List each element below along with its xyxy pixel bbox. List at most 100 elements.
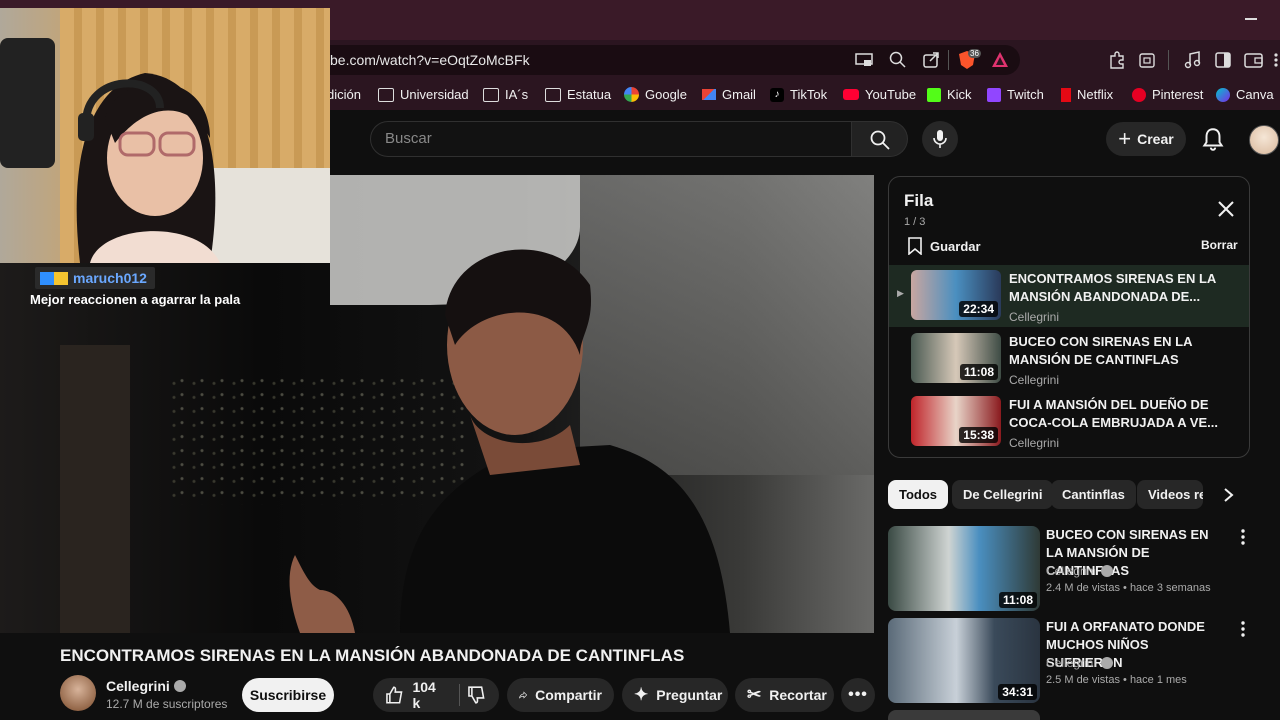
chip-todos[interactable]: Todos [888, 480, 949, 509]
more-vertical-icon[interactable] [1238, 528, 1248, 546]
bookmark-folder-estatua[interactable]: Estatua [545, 87, 611, 102]
cast-icon[interactable] [855, 52, 873, 68]
sidebar-icon[interactable] [1214, 51, 1232, 69]
clip-button[interactable]: ✂ Recortar [735, 678, 834, 712]
like-divider [458, 684, 460, 706]
bookmark-folder-edicion[interactable]: dición [327, 87, 361, 102]
chip-cantinflas[interactable]: Cantinflas [1051, 480, 1136, 509]
queue-save-button[interactable]: Guardar [907, 237, 981, 255]
bookmark-gmail[interactable]: Gmail [702, 87, 756, 102]
verified-icon [173, 680, 186, 692]
share-label: Compartir [535, 687, 602, 703]
thumbs-down-icon[interactable] [467, 685, 487, 705]
voice-search-button[interactable] [922, 121, 958, 157]
bookmark-folder-universidad[interactable]: Universidad [378, 87, 469, 102]
recommendation-channel: Cellegrini [1046, 564, 1114, 578]
recommendation-item[interactable]: 34:31 FUI A ORFANATO DONDE MUCHOS NIÑOS … [888, 618, 1280, 704]
like-button[interactable]: 104 k [385, 679, 447, 711]
create-label: Crear [1137, 131, 1174, 147]
wallet-icon[interactable] [1244, 51, 1264, 69]
now-playing-icon: ▶ [897, 288, 904, 298]
chat-message: Mejor reaccionen a agarrar la pala [30, 292, 241, 307]
scissors-icon: ✂ [747, 685, 762, 704]
bookmark-label: Estatua [567, 87, 612, 102]
ask-button[interactable]: ✦ Preguntar [622, 678, 728, 712]
queue-item[interactable]: ▶ 22:34 ENCONTRAMOS SIRENAS EN LA MANSIÓ… [889, 265, 1249, 327]
duration-badge: 15:38 [959, 427, 998, 443]
recommendation-thumbnail-partial[interactable] [888, 710, 1040, 720]
bookmark-pinterest[interactable]: Pinterest [1132, 87, 1203, 102]
bookmark-folder-ias[interactable]: IA´s [483, 87, 528, 102]
chevron-right-icon[interactable] [1222, 487, 1234, 503]
bookmark-google[interactable]: Google [624, 87, 687, 102]
menu-icon[interactable] [1272, 52, 1280, 68]
subscriber-count: 12.7 M de suscriptores [106, 697, 228, 711]
video-frame-person [400, 249, 730, 633]
bookmark-kick[interactable]: Kick [927, 87, 972, 102]
bookmark-label: Netflix [1077, 87, 1114, 102]
bookmark-label: Gmail [722, 87, 756, 102]
bookmark-label: TikTok [790, 87, 828, 102]
chip-videos-relacionados[interactable]: Videos re [1137, 480, 1203, 509]
bookmark-netflix[interactable]: Netflix [1061, 87, 1113, 102]
bookmark-tiktok[interactable]: ♪ TikTok [770, 87, 827, 102]
subscribe-button[interactable]: Suscribirse [242, 678, 334, 712]
search-input[interactable] [370, 121, 852, 157]
netflix-icon [1061, 87, 1071, 102]
bookmark-label: Twitch [1007, 87, 1044, 102]
notifications-bell-icon[interactable] [1200, 126, 1226, 152]
chip-de-cellegrini[interactable]: De Cellegrini [952, 480, 1054, 509]
channel-name[interactable]: Cellegrini [106, 678, 186, 694]
bookmark-icon [908, 237, 922, 255]
recommendation-thumbnail: 34:31 [888, 618, 1040, 703]
queue-item[interactable]: 15:38 FUI A MANSIÓN DEL DUEÑO DE COCA-CO… [889, 391, 1249, 453]
zoom-icon[interactable] [889, 51, 907, 69]
youtube-icon [843, 89, 859, 100]
share-button[interactable]: Compartir [507, 678, 614, 712]
pinterest-icon [1132, 87, 1146, 102]
ask-label: Preguntar [656, 687, 723, 703]
create-button[interactable]: + Crear [1106, 122, 1186, 156]
queue-item-channel: Cellegrini [1009, 373, 1060, 387]
channel-name-text: Cellegrini [1046, 564, 1097, 578]
url-text[interactable]: be.com/watch?v=eOqtZoMcBFk [330, 52, 530, 68]
brave-badge: 36 [968, 49, 981, 58]
account-avatar[interactable] [1249, 125, 1279, 155]
music-icon[interactable] [1184, 51, 1202, 69]
thumbs-up-icon [386, 686, 403, 704]
more-actions-button[interactable]: ••• [841, 678, 875, 712]
close-icon[interactable] [1217, 200, 1235, 218]
more-vertical-icon[interactable] [1238, 620, 1248, 638]
bookmark-twitch[interactable]: Twitch [987, 87, 1044, 102]
bookmark-label: Google [645, 87, 687, 102]
wallet-tab-icon[interactable] [1138, 51, 1156, 69]
channel-name-text: Cellegrini [106, 678, 170, 694]
webcam-microphone [0, 38, 55, 168]
share-icon[interactable] [922, 51, 940, 69]
recommendation-thumbnail: 11:08 [888, 526, 1040, 611]
queue-clear-button[interactable]: Borrar [1201, 238, 1238, 252]
bookmark-label: Universidad [400, 87, 469, 102]
bookmark-label: IA´s [505, 87, 529, 102]
bookmark-label: YouTube [865, 87, 917, 102]
mic-icon [933, 130, 947, 148]
sparkle-icon: ✦ [634, 685, 649, 704]
bookmark-label: Canva [1236, 87, 1274, 102]
bookmark-label: dición [327, 87, 361, 102]
bookmark-canva[interactable]: Canva [1216, 87, 1274, 102]
queue-item[interactable]: 11:08 BUCEO CON SIRENAS EN LA MANSIÓN DE… [889, 328, 1249, 390]
duration-badge: 11:08 [959, 364, 998, 380]
search-button[interactable] [852, 121, 908, 157]
brave-rewards-icon[interactable] [991, 51, 1009, 69]
queue-item-title: BUCEO CON SIRENAS EN LA MANSIÓN DE CANTI… [1009, 334, 1192, 367]
recommendation-meta: 2.4 M de vistas • hace 3 semanas [1046, 582, 1211, 594]
search-placeholder: Buscar [385, 130, 432, 147]
minimize-button[interactable] [1245, 18, 1257, 20]
chat-badge-icons [40, 272, 68, 285]
recommendation-item[interactable]: 11:08 BUCEO CON SIRENAS EN LA MANSIÓN DE… [888, 526, 1280, 612]
plus-icon: + [1118, 126, 1132, 151]
streamer-webcam-overlay [0, 8, 330, 263]
channel-avatar[interactable] [60, 675, 96, 711]
bookmark-youtube[interactable]: YouTube [843, 87, 916, 102]
extensions-icon[interactable] [1108, 51, 1126, 69]
